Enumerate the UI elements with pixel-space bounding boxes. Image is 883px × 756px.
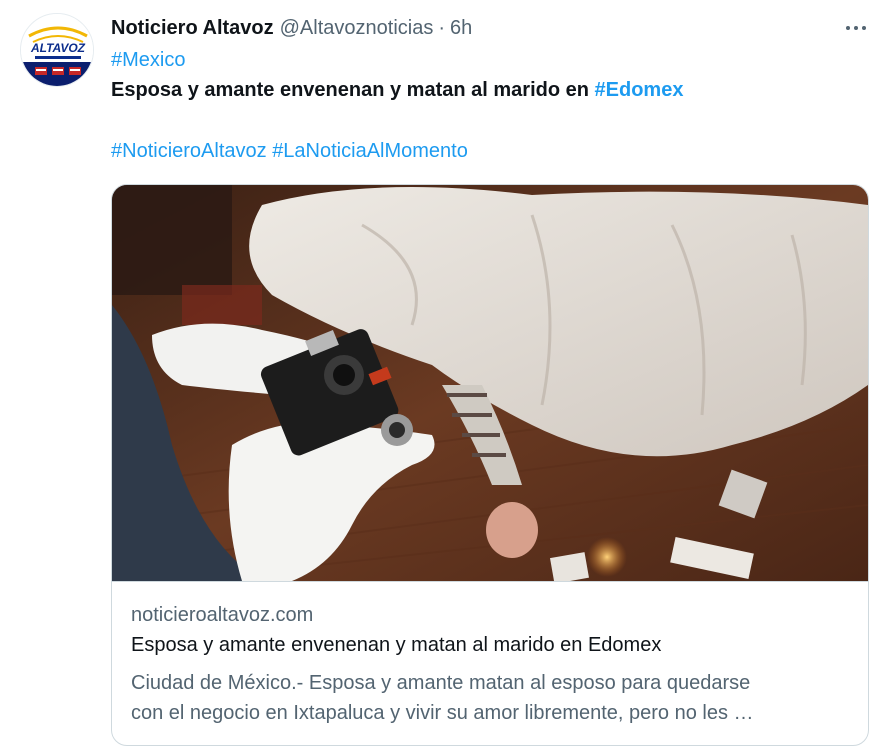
- more-dot-icon: [846, 26, 850, 30]
- more-options-button[interactable]: [838, 12, 874, 44]
- link-preview-card[interactable]: noticieroaltavoz.com Esposa y amante env…: [111, 184, 869, 746]
- altavoz-logo-icon: ALTAVOZ: [21, 14, 93, 86]
- author-name[interactable]: Noticiero Altavoz: [111, 17, 274, 40]
- headline-text: Esposa y amante envenenan y matan al mar…: [111, 79, 595, 101]
- crime-scene-photo-icon: [112, 185, 868, 581]
- tweet-hashtags: #NoticieroAltavoz #LaNoticiaAlMomento: [111, 137, 468, 165]
- tweet[interactable]: ALTAVOZ Noticiero Altavoz @Altavoznotici…: [0, 0, 883, 756]
- more-dot-icon: [862, 26, 866, 30]
- svg-text:ALTAVOZ: ALTAVOZ: [30, 41, 86, 55]
- tweet-header: Noticiero Altavoz @Altavoznoticias · 6h: [111, 14, 472, 42]
- card-description-line: Ciudad de México.- Esposa y amante matan…: [131, 672, 751, 694]
- more-dot-icon: [854, 26, 858, 30]
- card-description-line: con el negocio en Ixtapaluca y vivir su …: [131, 702, 754, 724]
- card-description: Ciudad de México.- Esposa y amante matan…: [131, 668, 831, 728]
- card-domain: noticieroaltavoz.com: [131, 604, 314, 626]
- separator-dot: ·: [438, 16, 445, 39]
- card-image[interactable]: [112, 185, 868, 581]
- hashtag-mexico[interactable]: #Mexico: [111, 49, 185, 71]
- tweet-headline: Esposa y amante envenenan y matan al mar…: [111, 76, 683, 104]
- author-handle[interactable]: @Altavoznoticias: [280, 17, 434, 40]
- tweet-timestamp[interactable]: 6h: [450, 17, 472, 40]
- card-info[interactable]: noticieroaltavoz.com Esposa y amante env…: [112, 581, 868, 745]
- card-title: Esposa y amante envenenan y matan al mar…: [131, 634, 662, 656]
- tweet-line-1: #Mexico: [111, 46, 185, 74]
- hashtag-noticiero-altavoz[interactable]: #NoticieroAltavoz: [111, 140, 267, 162]
- avatar[interactable]: ALTAVOZ: [20, 13, 94, 87]
- hashtag-la-noticia-al-momento[interactable]: #LaNoticiaAlMomento: [272, 140, 468, 162]
- hashtag-edomex[interactable]: #Edomex: [595, 79, 684, 101]
